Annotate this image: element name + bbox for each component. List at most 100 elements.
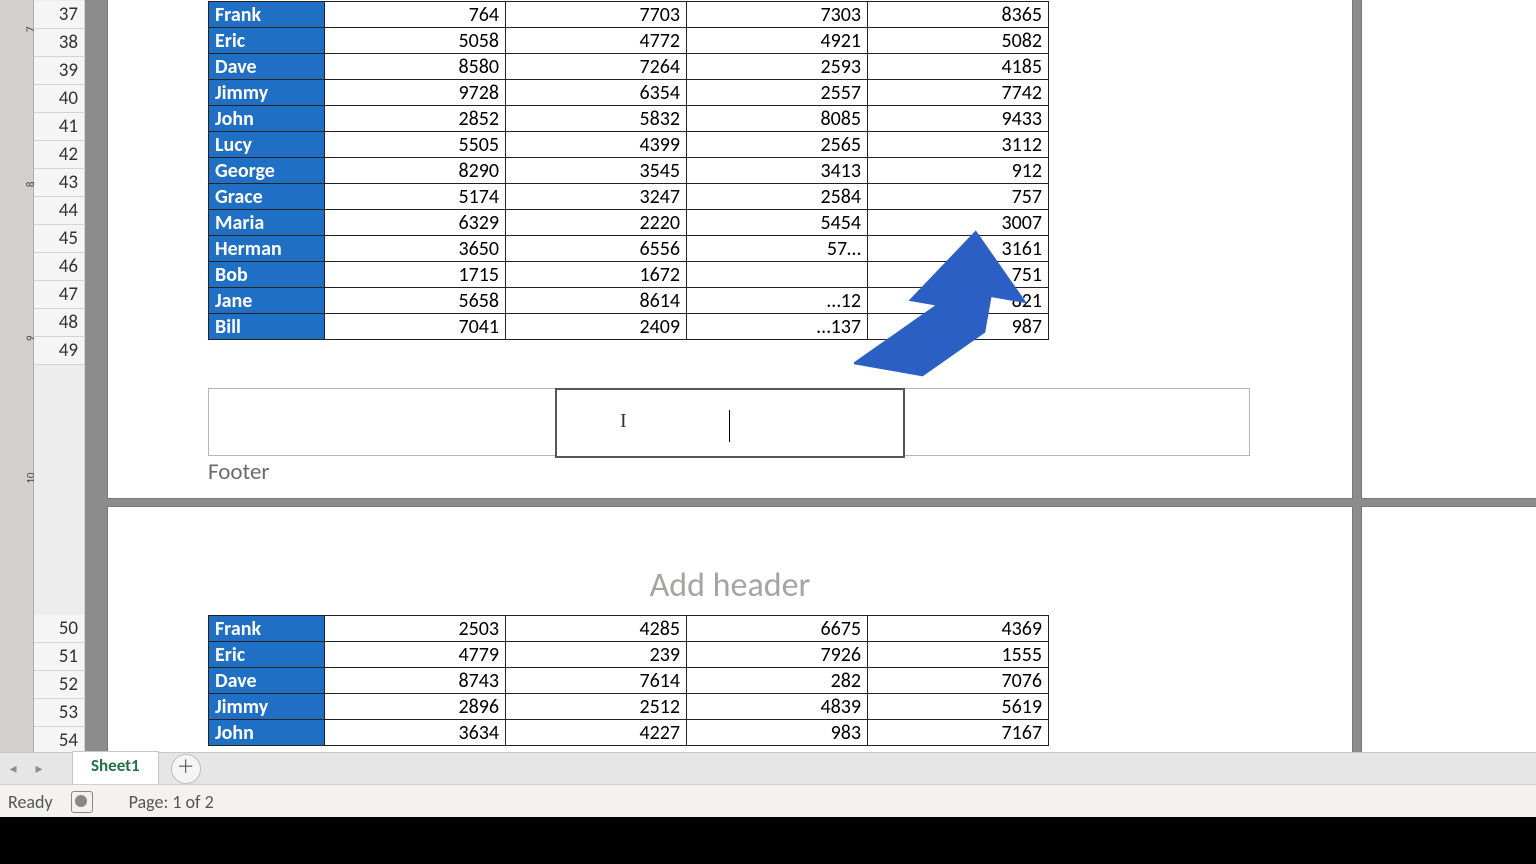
- sheet-tab-active[interactable]: Sheet1: [72, 751, 159, 787]
- table-row[interactable]: John363442279837167: [209, 720, 1148, 746]
- footer-area[interactable]: I: [208, 388, 1250, 456]
- value-cell[interactable]: 4839: [687, 694, 868, 720]
- table-row[interactable]: Jimmy9728635425577742: [209, 80, 1148, 106]
- value-cell[interactable]: 4921: [687, 28, 868, 54]
- table-row[interactable]: Eric5058477249215082: [209, 28, 1148, 54]
- value-cell[interactable]: 4285: [506, 616, 687, 642]
- value-cell[interactable]: 3007: [868, 210, 1049, 236]
- value-cell[interactable]: 282: [687, 668, 868, 694]
- value-cell[interactable]: 5058: [325, 28, 506, 54]
- value-cell[interactable]: 4779: [325, 642, 506, 668]
- value-cell[interactable]: 7303: [687, 2, 868, 28]
- name-cell[interactable]: John: [209, 106, 325, 132]
- footer-center-input[interactable]: I: [555, 388, 905, 458]
- value-cell[interactable]: 7264: [506, 54, 687, 80]
- name-cell[interactable]: Frank: [209, 2, 325, 28]
- row-header[interactable]: 38: [34, 29, 84, 57]
- row-header[interactable]: 51: [34, 643, 84, 671]
- table-row[interactable]: Bill70412409…137987: [209, 314, 1148, 340]
- table-row[interactable]: Maria6329222054543007: [209, 210, 1148, 236]
- value-cell[interactable]: 2593: [687, 54, 868, 80]
- value-cell[interactable]: 6354: [506, 80, 687, 106]
- value-cell[interactable]: 3545: [506, 158, 687, 184]
- value-cell[interactable]: 8365: [868, 2, 1049, 28]
- add-sheet-button[interactable]: ＋: [171, 754, 201, 784]
- value-cell[interactable]: 2557: [687, 80, 868, 106]
- table-row[interactable]: Dave874376142827076: [209, 668, 1148, 694]
- name-cell[interactable]: Jane: [209, 288, 325, 314]
- name-cell[interactable]: Grace: [209, 184, 325, 210]
- tab-nav-prev[interactable]: ◂: [2, 758, 24, 780]
- value-cell[interactable]: 5174: [325, 184, 506, 210]
- data-table-page1[interactable]: Frank764770373038365Eric5058477249215082…: [208, 1, 1148, 340]
- name-cell[interactable]: Dave: [209, 54, 325, 80]
- table-row[interactable]: Frank764770373038365: [209, 2, 1148, 28]
- value-cell[interactable]: 983: [687, 720, 868, 746]
- value-cell[interactable]: 5082: [868, 28, 1049, 54]
- value-cell[interactable]: …137: [687, 314, 868, 340]
- row-header[interactable]: 40: [34, 85, 84, 113]
- name-cell[interactable]: Eric: [209, 642, 325, 668]
- row-header[interactable]: 44: [34, 197, 84, 225]
- value-cell[interactable]: 3247: [506, 184, 687, 210]
- name-cell[interactable]: George: [209, 158, 325, 184]
- value-cell[interactable]: 9433: [868, 106, 1049, 132]
- table-row[interactable]: Eric477923979261555: [209, 642, 1148, 668]
- value-cell[interactable]: …12: [687, 288, 868, 314]
- value-cell[interactable]: 9728: [325, 80, 506, 106]
- value-cell[interactable]: 3650: [325, 236, 506, 262]
- value-cell[interactable]: 4772: [506, 28, 687, 54]
- value-cell[interactable]: 8085: [687, 106, 868, 132]
- name-cell[interactable]: Jimmy: [209, 80, 325, 106]
- value-cell[interactable]: 2896: [325, 694, 506, 720]
- value-cell[interactable]: 8290: [325, 158, 506, 184]
- name-cell[interactable]: Bob: [209, 262, 325, 288]
- value-cell[interactable]: 57…: [687, 236, 868, 262]
- row-header[interactable]: 49: [34, 337, 84, 365]
- value-cell[interactable]: 3634: [325, 720, 506, 746]
- table-row[interactable]: Herman3650655657…3161: [209, 236, 1148, 262]
- value-cell[interactable]: 239: [506, 642, 687, 668]
- table-row[interactable]: Lucy5505439925653112: [209, 132, 1148, 158]
- value-cell[interactable]: 764: [325, 2, 506, 28]
- row-header[interactable]: 43: [34, 169, 84, 197]
- value-cell[interactable]: 912: [868, 158, 1049, 184]
- value-cell[interactable]: 3413: [687, 158, 868, 184]
- name-cell[interactable]: Frank: [209, 616, 325, 642]
- data-table-page2[interactable]: Frank2503428566754369Eric477923979261555…: [208, 615, 1148, 746]
- row-header[interactable]: 48: [34, 309, 84, 337]
- table-row[interactable]: Jimmy2896251248395619: [209, 694, 1148, 720]
- value-cell[interactable]: 4185: [868, 54, 1049, 80]
- table-row[interactable]: George829035453413912: [209, 158, 1148, 184]
- name-cell[interactable]: Jimmy: [209, 694, 325, 720]
- value-cell[interactable]: 7076: [868, 668, 1049, 694]
- table-row[interactable]: Grace517432472584757: [209, 184, 1148, 210]
- value-cell[interactable]: 2503: [325, 616, 506, 642]
- name-cell[interactable]: Lucy: [209, 132, 325, 158]
- value-cell[interactable]: 821: [868, 288, 1049, 314]
- name-cell[interactable]: Eric: [209, 28, 325, 54]
- value-cell[interactable]: 987: [868, 314, 1049, 340]
- name-cell[interactable]: Herman: [209, 236, 325, 262]
- macro-record-icon[interactable]: [71, 791, 93, 813]
- value-cell[interactable]: 6556: [506, 236, 687, 262]
- value-cell[interactable]: 8743: [325, 668, 506, 694]
- value-cell[interactable]: 7614: [506, 668, 687, 694]
- tab-nav-next[interactable]: ▸: [28, 758, 50, 780]
- table-row[interactable]: John2852583280859433: [209, 106, 1148, 132]
- value-cell[interactable]: 6675: [687, 616, 868, 642]
- value-cell[interactable]: 757: [868, 184, 1049, 210]
- row-header[interactable]: 46: [34, 253, 84, 281]
- value-cell[interactable]: 8580: [325, 54, 506, 80]
- value-cell[interactable]: 7167: [868, 720, 1049, 746]
- value-cell[interactable]: 6329: [325, 210, 506, 236]
- value-cell[interactable]: 7742: [868, 80, 1049, 106]
- add-header-placeholder[interactable]: Add header: [108, 565, 1352, 606]
- value-cell[interactable]: 3112: [868, 132, 1049, 158]
- table-row[interactable]: Jane56588614…12821: [209, 288, 1148, 314]
- value-cell[interactable]: 5454: [687, 210, 868, 236]
- value-cell[interactable]: 751: [868, 262, 1049, 288]
- value-cell[interactable]: 7703: [506, 2, 687, 28]
- value-cell[interactable]: 7926: [687, 642, 868, 668]
- value-cell[interactable]: 2565: [687, 132, 868, 158]
